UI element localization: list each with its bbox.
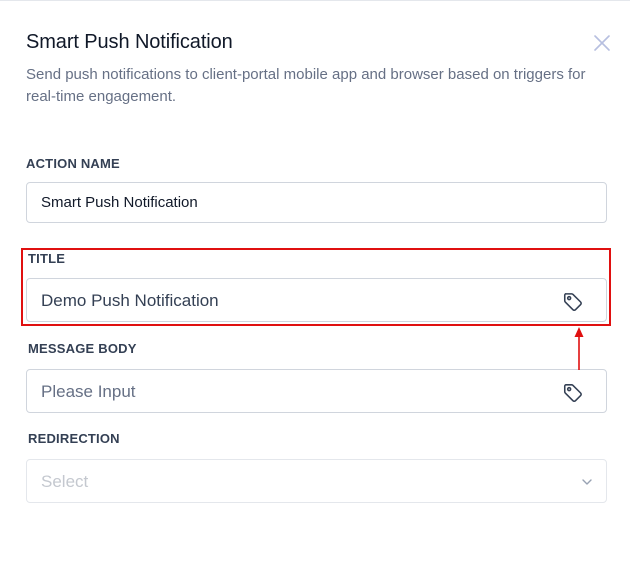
redirection-placeholder: Select [41, 472, 89, 491]
panel-top-border [0, 0, 630, 1]
message-body-tag-icon[interactable] [562, 382, 584, 404]
action-name-value: Smart Push Notification [41, 194, 198, 211]
chevron-down-icon [580, 475, 594, 489]
close-icon[interactable] [592, 33, 612, 53]
title-highlight-box [21, 248, 611, 326]
message-body-input[interactable]: Please Input [26, 369, 607, 413]
annotation-arrow-icon [572, 326, 586, 372]
panel-title: Smart Push Notification [26, 31, 233, 53]
smart-push-notification-panel: Smart Push Notification Send push notifi… [0, 0, 630, 579]
redirection-label: REDIRECTION [28, 431, 120, 446]
action-name-input[interactable]: Smart Push Notification [26, 182, 607, 223]
message-body-placeholder: Please Input [41, 382, 136, 401]
action-name-label: ACTION NAME [26, 156, 120, 171]
panel-description: Send push notifications to client-portal… [26, 66, 586, 105]
redirection-select[interactable]: Select [26, 459, 607, 503]
message-body-label: MESSAGE BODY [28, 341, 137, 356]
